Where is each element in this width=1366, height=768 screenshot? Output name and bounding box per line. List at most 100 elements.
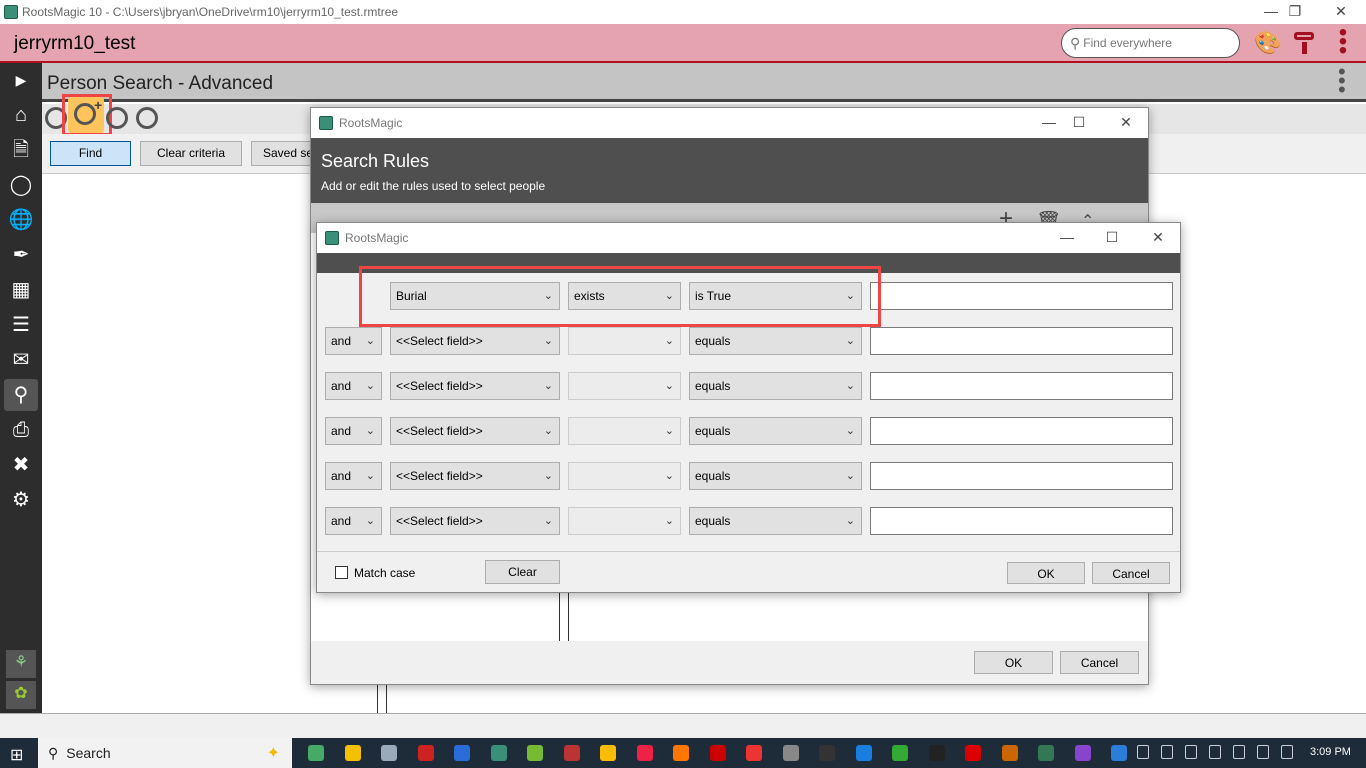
app-icon[interactable]: [855, 745, 872, 761]
page-more-icon[interactable]: • • •: [1338, 61, 1346, 101]
cloud-icon[interactable]: [1185, 745, 1197, 759]
ok-button[interactable]: OK: [974, 651, 1053, 674]
expand-sidebar-icon[interactable]: ▶: [8, 67, 34, 93]
operator-select[interactable]: equals ⌄: [689, 372, 862, 400]
image-icon[interactable]: ▦: [8, 277, 34, 303]
network-icon[interactable]: [1281, 745, 1293, 759]
app-icon[interactable]: [928, 745, 945, 761]
restore-button[interactable]: ❐: [1272, 0, 1318, 24]
visual-studio-icon[interactable]: [1074, 745, 1091, 761]
dropbox-icon[interactable]: [1209, 745, 1221, 759]
value-input[interactable]: [870, 282, 1173, 310]
dialog-close-button[interactable]: ✕: [1103, 111, 1149, 135]
find-button[interactable]: Find: [50, 141, 131, 166]
dialog-header: Search Rules Add or edit the rules used …: [311, 138, 1148, 203]
mail-icon[interactable]: ✉: [8, 347, 34, 373]
notepad-icon[interactable]: [381, 745, 397, 761]
operator-select[interactable]: equals ⌄: [689, 462, 862, 490]
qualifier-select[interactable]: ⌄: [568, 462, 681, 490]
value-input[interactable]: [870, 417, 1173, 445]
pen-icon[interactable]: ✒: [8, 242, 34, 268]
security-icon[interactable]: [1161, 745, 1173, 759]
app-icon[interactable]: [892, 745, 908, 761]
conjunction-select[interactable]: and ⌄: [325, 327, 382, 355]
clock: 3:09 PM: [1310, 746, 1351, 758]
field-select[interactable]: <<Select field>> ⌄: [390, 507, 560, 535]
rootsmagic-icon[interactable]: [490, 745, 507, 761]
dialog-close-button[interactable]: ✕: [1135, 226, 1181, 250]
cancel-button[interactable]: Cancel: [1092, 562, 1170, 584]
file-icon[interactable]: 🗎: [8, 137, 34, 163]
highlight-box: [359, 266, 881, 327]
firefox-icon[interactable]: [673, 745, 689, 761]
app-icon[interactable]: [527, 745, 543, 761]
dialog-minimize-button[interactable]: —: [1044, 226, 1090, 250]
battery-icon[interactable]: [1257, 745, 1269, 759]
match-case-checkbox[interactable]: [335, 566, 348, 579]
gear-icon[interactable]: ⚙: [8, 487, 34, 513]
qualifier-select[interactable]: ⌄: [568, 327, 681, 355]
find-everywhere-input[interactable]: ⚲ Find everywhere: [1061, 28, 1240, 58]
app-icon[interactable]: [965, 745, 981, 761]
paint-roller-icon[interactable]: [1294, 30, 1318, 54]
conjunction-select[interactable]: and ⌄: [325, 507, 382, 535]
favorite-search-icon[interactable]: [136, 107, 158, 129]
person-icon[interactable]: ◯: [8, 172, 34, 198]
duplicate-search-icon[interactable]: [106, 107, 128, 129]
ok-button[interactable]: OK: [1007, 562, 1085, 584]
value-input[interactable]: [870, 372, 1173, 400]
app-icon[interactable]: [746, 745, 762, 761]
value-input[interactable]: [870, 327, 1173, 355]
sidebar: ▶ ⌂ 🗎 ◯ 🌐 ✒ ▦ ☰ ✉ ⚲ ⎙ ✖ ⚙ ⚘ ✿: [0, 63, 42, 713]
qualifier-select[interactable]: ⌄: [568, 372, 681, 400]
operator-select[interactable]: equals ⌄: [689, 507, 862, 535]
filezilla-icon[interactable]: [709, 745, 726, 761]
app-icon[interactable]: [1001, 745, 1018, 761]
more-menu-icon[interactable]: • • •: [1338, 21, 1348, 63]
qualifier-select[interactable]: ⌄: [568, 507, 681, 535]
clear-button[interactable]: Clear: [485, 560, 560, 584]
terminal-icon[interactable]: [819, 745, 835, 761]
windows-start-icon[interactable]: ⊞: [10, 745, 23, 765]
field-select[interactable]: <<Select field>> ⌄: [390, 327, 560, 355]
volume-icon[interactable]: [1233, 745, 1245, 759]
home-icon[interactable]: ⌂: [8, 102, 34, 128]
tools-icon[interactable]: ✖: [8, 452, 34, 478]
print-icon[interactable]: ⎙: [8, 417, 34, 443]
operator-select[interactable]: equals ⌄: [689, 327, 862, 355]
ancestry-leaf-icon[interactable]: ✿: [6, 681, 36, 709]
conjunction-select[interactable]: and ⌄: [325, 417, 382, 445]
dialog-maximize-button[interactable]: ☐: [1089, 226, 1135, 250]
app-icon[interactable]: [417, 745, 434, 761]
itunes-icon[interactable]: [636, 745, 653, 761]
file-explorer-icon[interactable]: [344, 745, 361, 761]
field-select[interactable]: <<Select field>> ⌄: [390, 462, 560, 490]
app-icon[interactable]: [1038, 745, 1054, 761]
app-icon[interactable]: [563, 745, 580, 761]
tasks-icon[interactable]: ☰: [8, 312, 34, 338]
rootsmagic-logo-icon: [319, 116, 333, 130]
dialog-maximize-button[interactable]: ☐: [1056, 111, 1102, 135]
familysearch-tree-icon[interactable]: ⚘: [6, 650, 36, 678]
value-input[interactable]: [870, 462, 1173, 490]
conjunction-select[interactable]: and ⌄: [325, 372, 382, 400]
field-select[interactable]: <<Select field>> ⌄: [390, 417, 560, 445]
app-icon[interactable]: [1111, 745, 1127, 761]
taskbar-search[interactable]: ⚲ Search ✦: [38, 738, 292, 768]
conjunction-select[interactable]: and ⌄: [325, 462, 382, 490]
app-icon[interactable]: [308, 745, 324, 761]
clear-criteria-button[interactable]: Clear criteria: [140, 141, 242, 166]
field-select[interactable]: <<Select field>> ⌄: [390, 372, 560, 400]
chevron-up-icon[interactable]: [1137, 745, 1149, 759]
operator-select[interactable]: equals ⌄: [689, 417, 862, 445]
cancel-button[interactable]: Cancel: [1060, 651, 1139, 674]
value-input[interactable]: [870, 507, 1173, 535]
app-icon[interactable]: [782, 745, 799, 761]
palette-icon[interactable]: 🎨: [1254, 30, 1281, 56]
chrome-icon[interactable]: [600, 745, 616, 761]
globe-icon[interactable]: 🌐: [8, 207, 34, 233]
search-icon[interactable]: ⚲: [4, 379, 38, 411]
app-icon[interactable]: [454, 745, 470, 761]
qualifier-select[interactable]: ⌄: [568, 417, 681, 445]
match-case-label[interactable]: Match case: [354, 566, 415, 580]
